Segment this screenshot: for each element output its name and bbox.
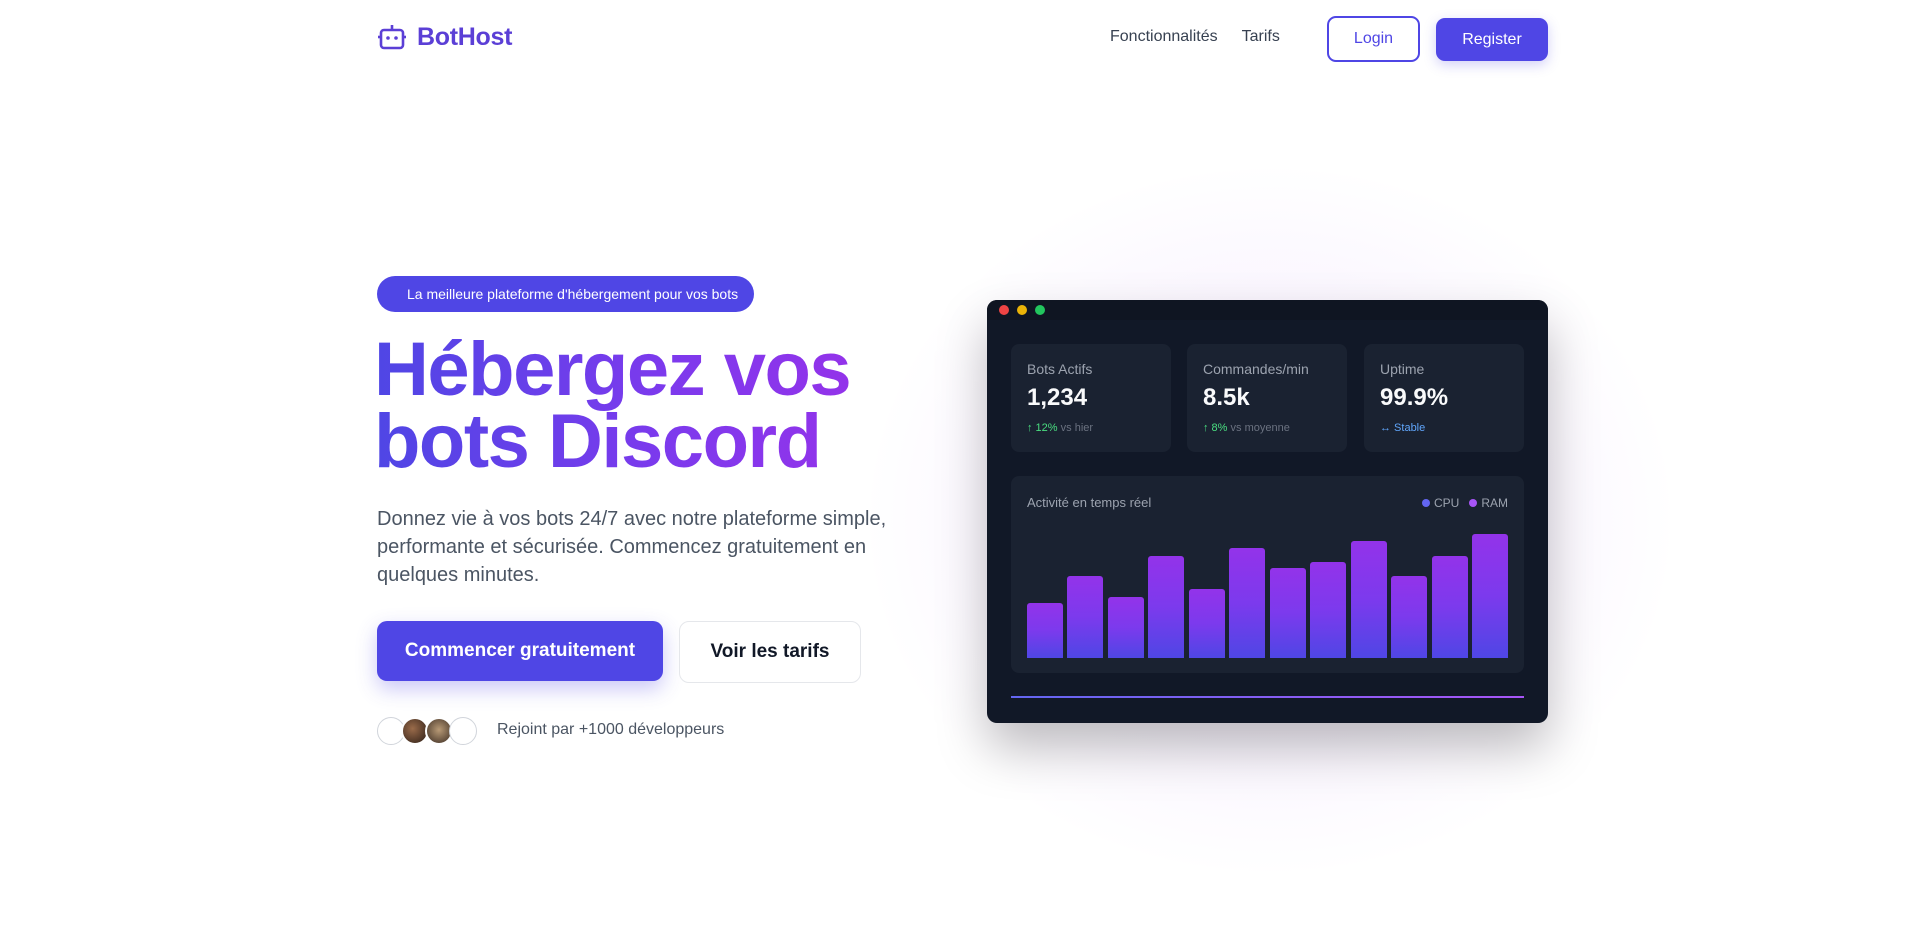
activity-title: Activité en temps réel [1027, 495, 1152, 510]
chart-bar [1310, 562, 1347, 658]
stat-label: Bots Actifs [1027, 361, 1093, 377]
chart-bar [1107, 597, 1144, 658]
trend-text: vs hier [1060, 422, 1094, 434]
login-button[interactable]: Login [1327, 16, 1420, 62]
stat-label: Commandes/min [1203, 361, 1309, 377]
legend-item-ram: RAM [1469, 496, 1508, 510]
robot-icon [378, 25, 406, 50]
hero-subtext: Donnez vie à vos bots 24/7 avec notre pl… [377, 508, 887, 586]
chart-bar [1188, 589, 1225, 658]
joined-text: Rejoint par +1000 développeurs [497, 721, 725, 738]
brand-logo[interactable]: BotHost [377, 22, 512, 52]
stat-value: 1,234 [1027, 384, 1088, 411]
headline-line-1: Hébergez vos [374, 327, 851, 412]
stat-trend: ↔ Stable [1380, 422, 1425, 434]
stat-card-bots-actifs: Bots Actifs 1,234 ↑ 12% vs hier [1011, 344, 1171, 452]
window-titlebar [987, 300, 1548, 320]
start-free-button[interactable]: Commencer gratuitement [377, 621, 663, 681]
maximize-dot-icon [1035, 305, 1045, 315]
avatar-group [377, 717, 477, 747]
avatar [449, 717, 477, 745]
trend-stable-value: ↔ Stable [1380, 422, 1426, 434]
nav-link-fonctionnalites[interactable]: Fonctionnalités [1110, 28, 1218, 46]
trend-up-value: ↑ 12% [1027, 422, 1058, 434]
nav-link-tarifs[interactable]: Tarifs [1242, 28, 1280, 46]
close-dot-icon [999, 305, 1009, 315]
chart-bar [1472, 534, 1508, 658]
legend-dot-icon [1421, 499, 1430, 507]
stat-trend: ↑ 12% vs hier [1027, 422, 1093, 434]
top-navbar: BotHost Fonctionnalités Tarifs Login Reg… [0, 0, 1920, 80]
chart-bar [1027, 603, 1063, 658]
activity-chart-panel: Activité en temps réel CPU RAM [1011, 476, 1524, 673]
stat-trend: ↑ 8% vs moyenne [1203, 422, 1290, 434]
legend-label: RAM [1481, 496, 1508, 510]
trend-up-value: ↑ 8% [1203, 422, 1228, 434]
chart-bar [1350, 541, 1387, 658]
stat-value: 8.5k [1203, 384, 1250, 411]
stat-card-commandes: Commandes/min 8.5k ↑ 8% vs moyenne [1187, 344, 1347, 452]
chart-bar [1391, 576, 1428, 658]
hero-badge: La meilleure plateforme d'hébergement po… [377, 276, 755, 312]
chart-legend: CPU RAM [1421, 496, 1508, 510]
hero-headline: Hébergez vos bots Discord [374, 334, 850, 478]
legend-label: CPU [1433, 496, 1460, 510]
stat-label: Uptime [1380, 361, 1425, 377]
nav-links: Fonctionnalités Tarifs [1110, 28, 1280, 46]
headline-line-2: bots Discord [374, 399, 821, 484]
activity-bars [1027, 534, 1508, 658]
dashboard-window: Bots Actifs 1,234 ↑ 12% vs hier Commande… [987, 300, 1548, 723]
trend-text: vs moyenne [1230, 422, 1290, 434]
view-pricing-button[interactable]: Voir les tarifs [679, 621, 861, 683]
minimize-dot-icon [1017, 305, 1027, 315]
chart-bar [1269, 568, 1306, 658]
legend-dot-icon [1469, 499, 1478, 507]
chart-bar [1431, 556, 1468, 658]
chart-bar [1229, 548, 1266, 658]
stat-card-uptime: Uptime 99.9% ↔ Stable [1364, 344, 1524, 452]
brand-name: BotHost [417, 22, 513, 51]
chart-bar [1148, 556, 1185, 658]
register-button[interactable]: Register [1436, 18, 1548, 61]
legend-item-cpu: CPU [1421, 496, 1460, 510]
chart-bar [1067, 576, 1104, 658]
progress-line [1011, 696, 1524, 698]
stat-value: 99.9% [1380, 384, 1449, 411]
